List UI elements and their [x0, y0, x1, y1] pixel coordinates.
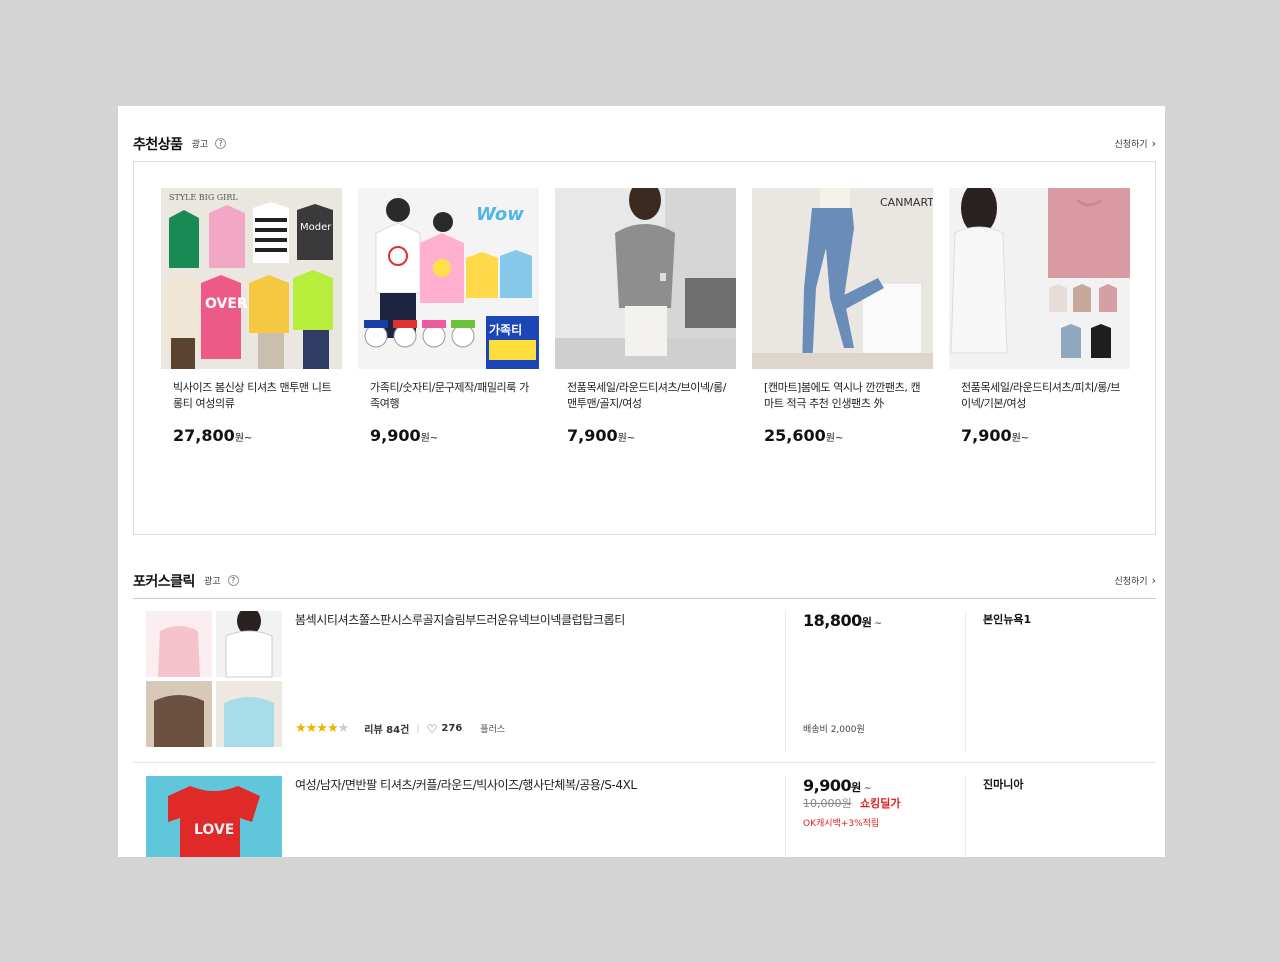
help-icon[interactable]: ? — [215, 138, 227, 149]
product-price: 18,800원 ~ — [803, 611, 882, 630]
product-price: 25,600원~ — [764, 426, 933, 445]
product-price: 7,900원~ — [961, 426, 1130, 445]
product-image[interactable] — [146, 611, 282, 747]
apply-label: 신청하기 — [1114, 140, 1148, 150]
product-card[interactable]: 전품목세일/라운드티셔츠/피치/롱/브이넥/기본/여성 7,900원~ — [949, 188, 1130, 445]
price-unit: 원~ — [825, 433, 844, 444]
shipping-fee: 배송비 2,000원 — [803, 725, 865, 735]
seller-name[interactable]: 본인뉴욕1 — [983, 611, 1031, 627]
focus-header: 포커스클릭 광고 ? 신청하기 › — [133, 570, 1156, 594]
product-card[interactable]: 전품목세일/라운드티셔츠/브이넥/롱/맨투맨/골지/여성 7,900원~ — [555, 188, 736, 445]
product-price: 9,900원~ — [803, 776, 871, 795]
star-rating: ★★★★★ — [295, 721, 349, 736]
cashback-text: OK캐시백+3%적립 — [803, 819, 880, 829]
price-tilde: ~ — [874, 619, 882, 629]
recommend-box: STYLE BIG GIRL Moder OVER 빅사이즈 봄신상 티셔츠 맨… — [133, 161, 1156, 535]
product-card[interactable]: STYLE BIG GIRL Moder OVER 빅사이즈 봄신상 티셔츠 맨… — [161, 188, 342, 445]
price-unit: 원 — [861, 616, 872, 629]
apply-link[interactable]: 신청하기 › — [1114, 137, 1156, 150]
product-price: 9,900원~ — [370, 426, 539, 445]
original-price: 10,000원 — [803, 797, 852, 810]
price-value: 7,900 — [961, 426, 1012, 445]
seller-name[interactable]: 진마니아 — [983, 776, 1023, 792]
review-count[interactable]: 리뷰 84건 — [364, 721, 409, 736]
product-image[interactable]: Wow 가족티 — [358, 188, 539, 369]
product-name[interactable]: 가족티/숫자티/문구제작/패밀리룩 가족여행 — [370, 380, 531, 412]
separator: | — [416, 723, 420, 734]
product-card[interactable]: CANMART [캔마트]봄에도 역시나 깐깐팬츠, 캔마트 적극 추천 인생팬… — [752, 188, 933, 445]
price-unit: 원 — [851, 781, 861, 794]
svg-text:Wow: Wow — [476, 204, 524, 225]
divider — [965, 611, 966, 751]
price-unit: 원~ — [234, 433, 253, 444]
image-brand-text: CANMART — [880, 196, 933, 209]
product-name[interactable]: 봄섹시티셔츠쫄스판시스루골지슬림부드러운유넥브이넥클럽탑크롭티 — [295, 611, 625, 628]
help-icon[interactable]: ? — [227, 575, 239, 586]
product-image[interactable]: LOVE — [146, 776, 282, 857]
list-item: LOVE 여성/남자/면반팔 티셔츠/커플/라운드/빅사이즈/행사단체복/공용/… — [133, 764, 1156, 857]
apply-label: 신청하기 — [1114, 577, 1148, 587]
divider — [785, 776, 786, 857]
product-name[interactable]: 여성/남자/면반팔 티셔츠/커플/라운드/빅사이즈/행사단체복/공용/S-4XL — [295, 776, 637, 793]
price-value: 25,600 — [764, 426, 826, 445]
list-item: 봄섹시티셔츠쫄스판시스루골지슬림부드러운유넥브이넥클럽탑크롭티 ★★★★★ 리뷰… — [133, 599, 1156, 763]
svg-text:Moder: Moder — [300, 222, 332, 233]
divider — [965, 776, 966, 857]
price-unit: 원~ — [420, 433, 439, 444]
image-brand-text: STYLE BIG GIRL — [169, 193, 238, 202]
product-card[interactable]: Wow 가족티 가족티/숫자티/문구제작/패밀리룩 가족여행 9,900원~ — [358, 188, 539, 445]
chevron-right-icon: › — [1151, 137, 1156, 150]
product-price: 27,800원~ — [173, 426, 342, 445]
price-value: 18,800 — [803, 611, 862, 630]
product-image[interactable] — [555, 188, 736, 369]
price-value: 9,900 — [370, 426, 421, 445]
product-image[interactable]: STYLE BIG GIRL Moder OVER — [161, 188, 342, 369]
svg-text:OVER: OVER — [205, 296, 248, 312]
price-value: 9,900 — [803, 776, 852, 795]
plus-badge: 플러스 — [480, 725, 506, 735]
shirt-print-text: LOVE — [194, 822, 234, 838]
price-unit: 원~ — [1011, 433, 1030, 444]
product-name[interactable]: [캔마트]봄에도 역시나 깐깐팬츠, 캔마트 적극 추천 인생팬츠 外 — [764, 380, 925, 412]
like-count: 276 — [441, 723, 463, 734]
price-value: 27,800 — [173, 426, 235, 445]
price-unit: 원~ — [617, 433, 636, 444]
price-tilde: ~ — [863, 784, 872, 794]
product-name[interactable]: 전품목세일/라운드티셔츠/피치/롱/브이넥/기본/여성 — [961, 380, 1122, 412]
product-name[interactable]: 전품목세일/라운드티셔츠/브이넥/롱/맨투맨/골지/여성 — [567, 380, 728, 412]
ad-label: 광고 — [191, 140, 209, 150]
product-image[interactable]: CANMART — [752, 188, 933, 369]
recommend-header: 추천상품 광고 ? 신청하기 › — [133, 133, 1156, 157]
product-name[interactable]: 빅사이즈 봄신상 티셔츠 맨투맨 니트 롱티 여성의류 — [173, 380, 334, 412]
recommend-title: 추천상품 — [133, 136, 183, 153]
product-image[interactable] — [949, 188, 1130, 369]
apply-link[interactable]: 신청하기 › — [1114, 574, 1156, 587]
product-price: 7,900원~ — [567, 426, 736, 445]
ad-label: 광고 — [204, 577, 221, 587]
chevron-right-icon: › — [1151, 574, 1156, 587]
product-meta: ★★★★★ 리뷰 84건 | ♡ 276 플러스 — [295, 721, 505, 736]
content-panel: 추천상품 광고 ? 신청하기 › STYLE BIG GIRL Moder OV… — [118, 106, 1165, 857]
image-promo-text: 가족티 — [489, 322, 522, 337]
price-value: 7,900 — [567, 426, 618, 445]
sale-badge: 쇼킹딜가 — [860, 797, 901, 810]
focus-title: 포커스클릭 — [133, 573, 195, 590]
divider — [785, 611, 786, 751]
heart-icon[interactable]: ♡ — [427, 722, 438, 736]
